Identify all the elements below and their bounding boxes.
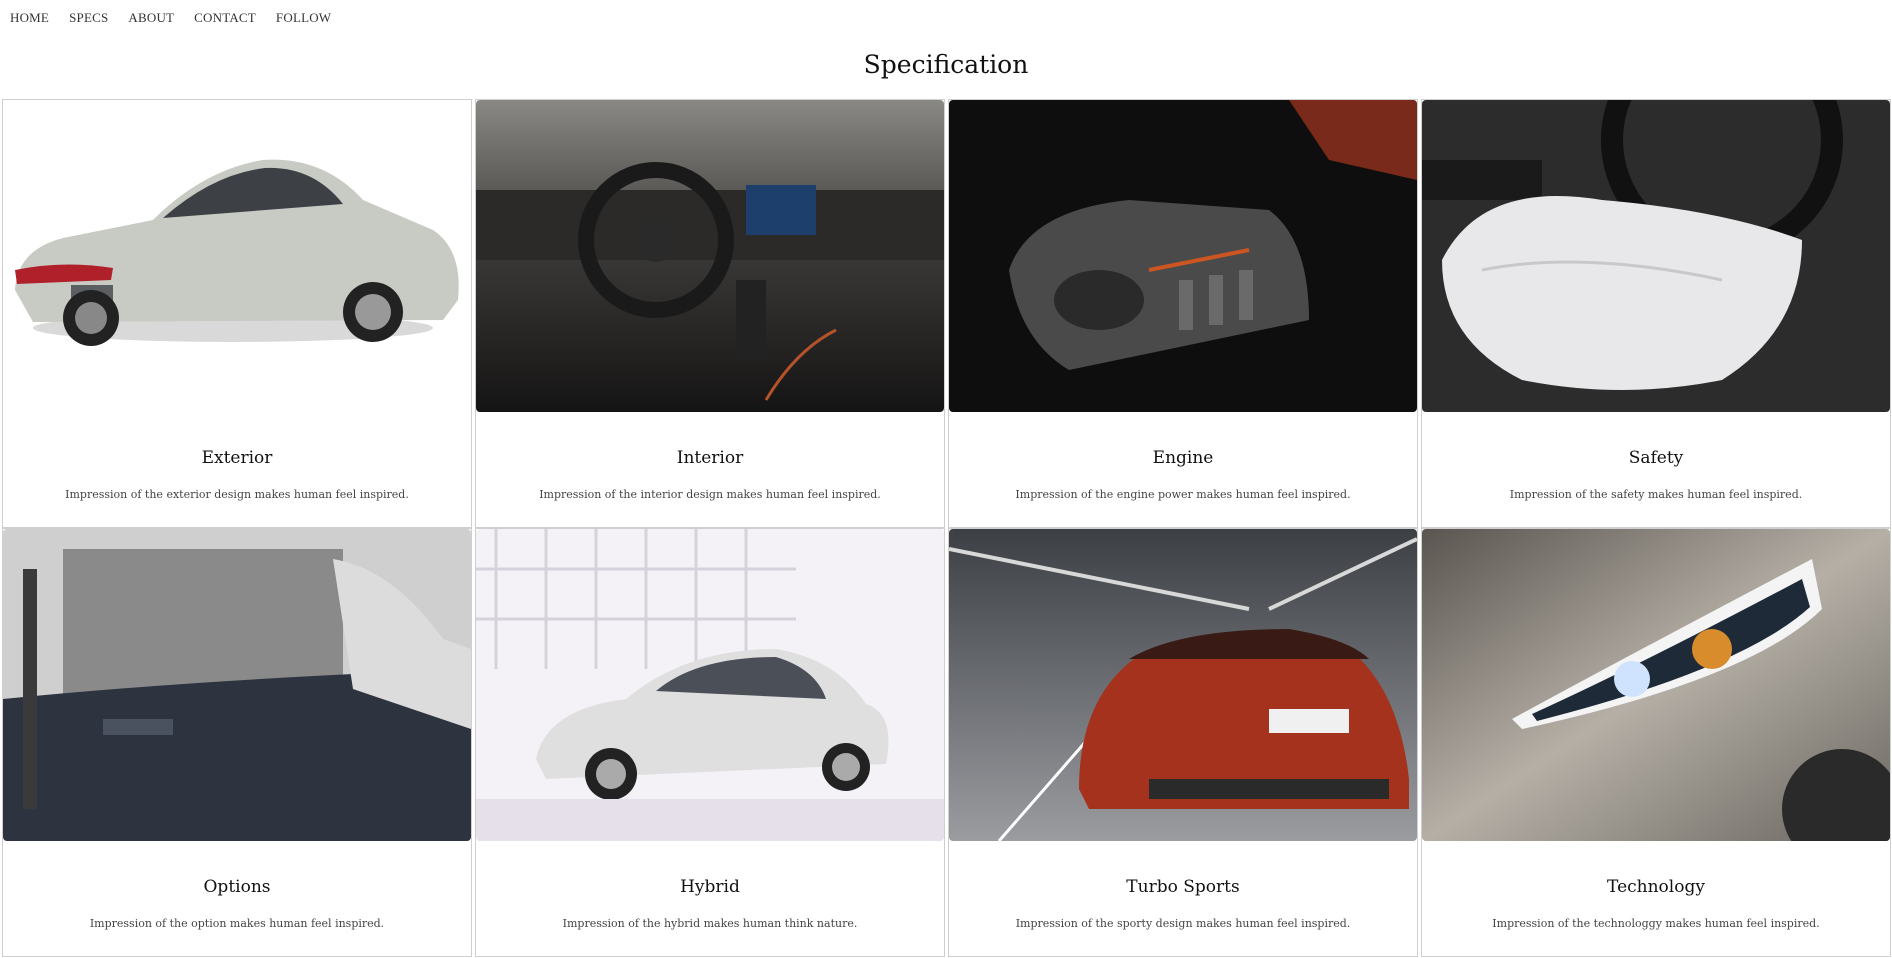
card-title: Interior (676, 448, 744, 468)
spec-grid: Exterior Impression of the exterior desi… (2, 99, 1891, 957)
turbo-sports-car-image (949, 529, 1417, 841)
spec-card-exterior[interactable]: Exterior Impression of the exterior desi… (2, 99, 472, 528)
spec-card-technology[interactable]: Technology Impression of the technologgy… (1421, 528, 1891, 957)
spec-card-options[interactable]: Options Impression of the option makes h… (2, 528, 472, 957)
card-description: Impression of the engine power makes hum… (1015, 488, 1351, 501)
nav-link-follow[interactable]: FOLLOW (276, 10, 331, 26)
card-description: Impression of the hybrid makes human thi… (562, 917, 858, 930)
nav-link-about[interactable]: ABOUT (128, 10, 174, 26)
nav-link-home[interactable]: HOME (10, 10, 49, 26)
hybrid-car-image (476, 529, 944, 841)
spec-card-turbo-sports[interactable]: Turbo Sports Impression of the sporty de… (948, 528, 1418, 957)
engine-turbo-image (949, 100, 1417, 412)
card-title: Safety (1628, 448, 1684, 468)
top-nav: HOME SPECS ABOUT CONTACT FOLLOW (10, 10, 351, 26)
card-description: Impression of the option makes human fee… (89, 917, 385, 930)
card-description: Impression of the interior design makes … (539, 488, 881, 501)
card-description: Impression of the sporty design makes hu… (1015, 917, 1351, 930)
card-title: Engine (1152, 448, 1214, 468)
page-title: Specification (863, 50, 1029, 79)
options-sunshade-image (3, 529, 471, 841)
card-title: Turbo Sports (1126, 877, 1240, 897)
exterior-car-image (3, 100, 471, 412)
technology-headlight-image (1422, 529, 1890, 841)
card-description: Impression of the exterior design makes … (65, 488, 409, 501)
card-title: Exterior (201, 448, 273, 468)
spec-card-hybrid[interactable]: Hybrid Impression of the hybrid makes hu… (475, 528, 945, 957)
card-description: Impression of the technologgy makes huma… (1492, 917, 1820, 930)
card-title: Hybrid (680, 877, 740, 897)
interior-dashboard-image (476, 100, 944, 412)
spec-card-engine[interactable]: Engine Impression of the engine power ma… (948, 99, 1418, 528)
nav-link-specs[interactable]: SPECS (69, 10, 108, 26)
safety-airbag-image (1422, 100, 1890, 412)
spec-card-interior[interactable]: Interior Impression of the interior desi… (475, 99, 945, 528)
card-description: Impression of the safety makes human fee… (1509, 488, 1803, 501)
card-title: Options (203, 877, 271, 897)
nav-link-contact[interactable]: CONTACT (194, 10, 256, 26)
card-title: Technology (1607, 877, 1705, 897)
spec-card-safety[interactable]: Safety Impression of the safety makes hu… (1421, 99, 1891, 528)
